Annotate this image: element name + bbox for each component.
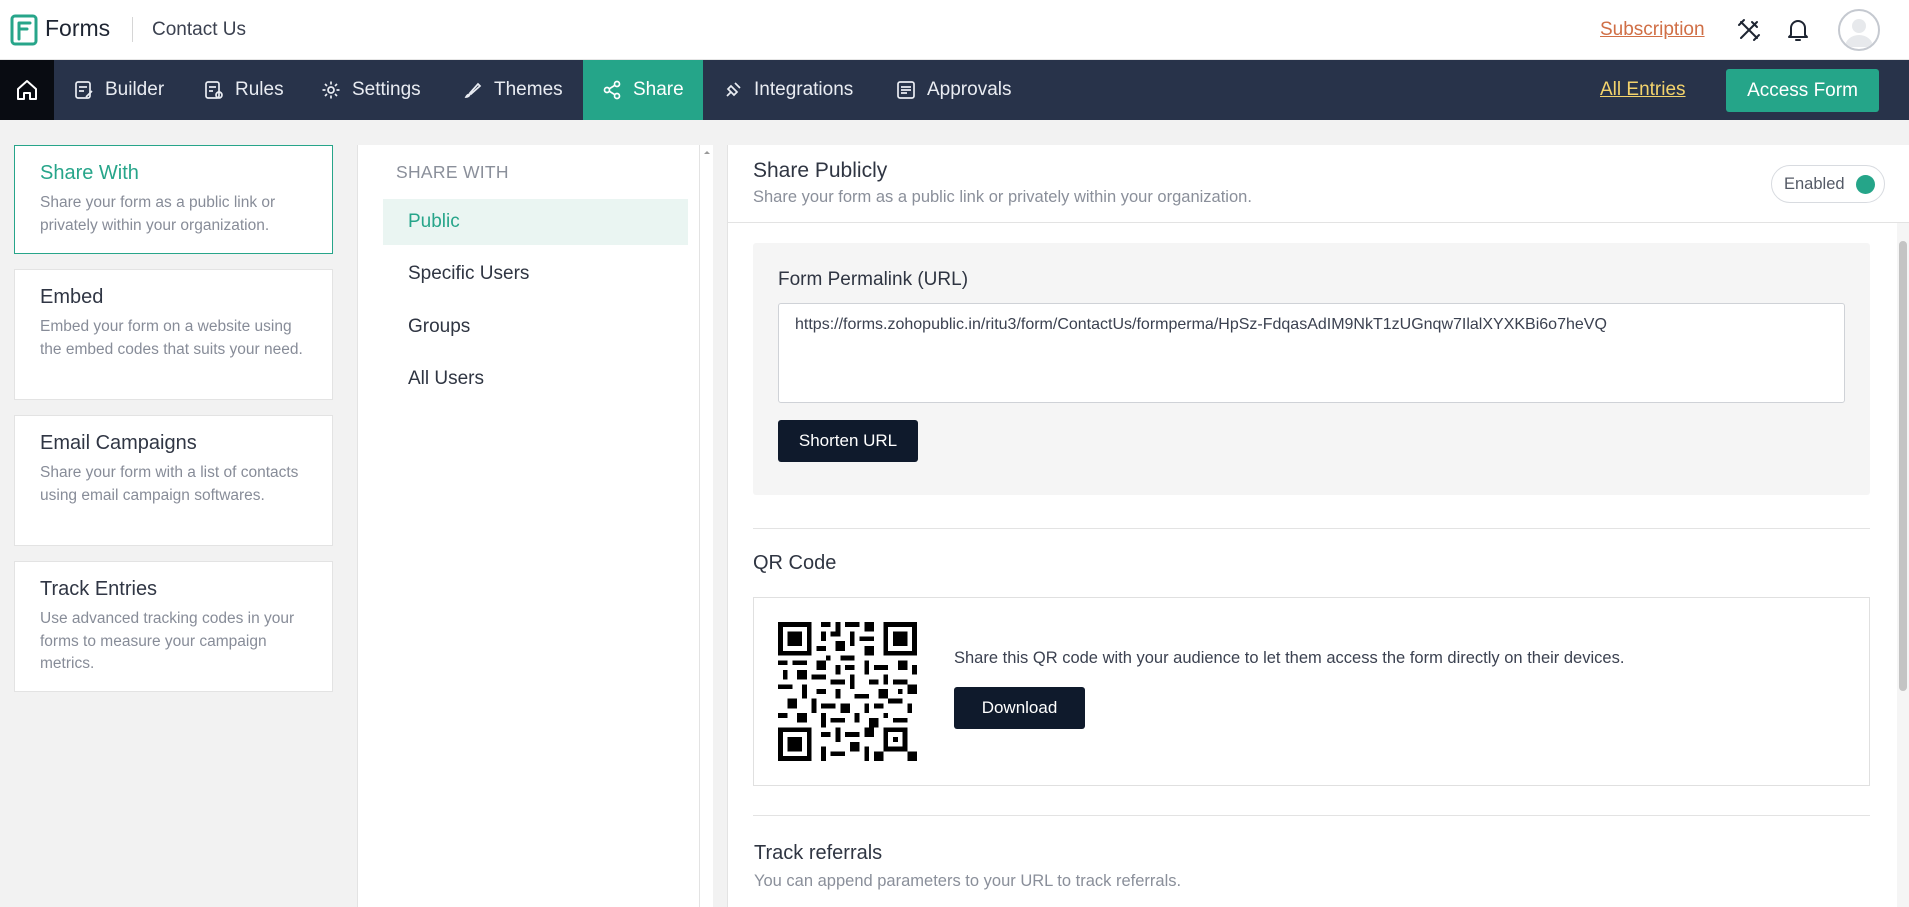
card-description: Share your form with a list of contacts …: [40, 464, 299, 504]
brush-icon: [464, 82, 482, 98]
app-name: Forms: [45, 15, 111, 41]
share-options-list: Share With Share your form as a public l…: [14, 145, 333, 707]
permalink-label: Form Permalink (URL): [778, 269, 969, 290]
nav-builder-label: Builder: [105, 79, 165, 100]
tools-icon[interactable]: [1737, 18, 1761, 42]
panel-header: Share Publicly Share your form as a publ…: [728, 145, 1909, 223]
gear-icon: [322, 81, 340, 99]
download-qr-button[interactable]: Download: [954, 687, 1085, 729]
card-title: Share With: [40, 162, 139, 184]
share-with-all-users[interactable]: All Users: [383, 356, 688, 402]
nav-approvals-label: Approvals: [927, 79, 1012, 100]
nav-settings[interactable]: Settings: [321, 60, 421, 120]
card-track-entries[interactable]: Track Entries Use advanced tracking code…: [14, 561, 333, 692]
top-bar: Forms Contact Us Subscription: [0, 0, 1909, 60]
panel-title: Share Publicly: [753, 159, 888, 182]
nav-themes-label: Themes: [494, 79, 563, 100]
right-scrollbar[interactable]: [1897, 223, 1909, 907]
rules-icon: [205, 81, 223, 99]
scrollbar-thumb[interactable]: [1899, 241, 1907, 691]
home-button[interactable]: [0, 60, 54, 120]
nav-integrations[interactable]: Integrations: [723, 60, 853, 120]
nav-integrations-label: Integrations: [754, 79, 854, 100]
builder-icon: [75, 81, 93, 99]
card-description: Use advanced tracking codes in your form…: [40, 610, 295, 672]
panel-subtitle: Share your form as a public link or priv…: [753, 188, 1252, 206]
home-icon: [17, 80, 37, 100]
nav-approvals[interactable]: Approvals: [896, 60, 1012, 120]
share-with-specific-users[interactable]: Specific Users: [383, 251, 688, 297]
nav-settings-label: Settings: [352, 79, 421, 100]
share-with-groups[interactable]: Groups: [383, 304, 688, 350]
section-divider: [753, 815, 1870, 816]
toggle-label: Enabled: [1784, 174, 1845, 193]
track-referrals-subtitle: You can append parameters to your URL to…: [754, 872, 1182, 890]
avatar[interactable]: [1838, 9, 1880, 51]
card-title: Embed: [40, 286, 104, 308]
card-embed[interactable]: Embed Embed your form on a website using…: [14, 269, 333, 400]
toggle-knob: [1856, 175, 1875, 194]
enabled-toggle[interactable]: Enabled: [1771, 165, 1885, 203]
share-publicly-panel: Share Publicly Share your form as a publ…: [727, 145, 1909, 907]
share-with-heading: SHARE WITH: [396, 162, 509, 182]
card-description: Share your form as a public link or priv…: [40, 194, 276, 234]
nav-builder[interactable]: Builder: [74, 60, 164, 120]
forms-logo-icon[interactable]: [10, 14, 38, 46]
nav-share[interactable]: Share: [583, 60, 703, 120]
main-nav: Builder Rules Settings Themes Share Inte…: [0, 60, 1909, 120]
card-share-with[interactable]: Share With Share your form as a public l…: [14, 145, 333, 254]
share-with-panel: SHARE WITH Public Specific Users Groups …: [357, 145, 713, 907]
permalink-url-field[interactable]: https://forms.zohopublic.in/ritu3/form/C…: [778, 303, 1845, 403]
shorten-url-button[interactable]: Shorten URL: [778, 420, 918, 462]
nav-share-label: Share: [633, 79, 684, 100]
scroll-up-arrow-icon: [704, 151, 710, 154]
bell-icon[interactable]: [1786, 17, 1810, 43]
card-description: Embed your form on a website using the e…: [40, 318, 303, 358]
qr-code-image: [778, 622, 917, 761]
qr-code-section: Share this QR code with your audience to…: [753, 597, 1870, 786]
all-entries-link[interactable]: All Entries: [1600, 79, 1686, 101]
card-title: Track Entries: [40, 578, 158, 600]
share-icon: [603, 80, 621, 100]
share-with-public[interactable]: Public: [383, 199, 688, 245]
approvals-icon: [897, 81, 915, 99]
card-title: Email Campaigns: [40, 432, 197, 454]
integrations-icon: [726, 82, 741, 97]
form-name[interactable]: Contact Us: [152, 19, 246, 41]
section-divider: [753, 528, 1870, 529]
card-email-campaigns[interactable]: Email Campaigns Share your form with a l…: [14, 415, 333, 546]
nav-rules[interactable]: Rules: [204, 60, 284, 120]
permalink-section: Form Permalink (URL) https://forms.zohop…: [753, 243, 1870, 495]
track-referrals-title: Track referrals: [754, 842, 883, 864]
middle-scrollbar[interactable]: [699, 145, 713, 907]
nav-rules-label: Rules: [235, 79, 284, 100]
nav-themes[interactable]: Themes: [463, 60, 563, 120]
user-avatar-icon: [1845, 19, 1873, 47]
qr-code-description: Share this QR code with your audience to…: [954, 649, 1625, 667]
title-divider: [132, 17, 133, 42]
subscription-link[interactable]: Subscription: [1600, 19, 1705, 41]
access-form-button[interactable]: Access Form: [1726, 69, 1879, 112]
qr-code-title: QR Code: [753, 552, 837, 574]
